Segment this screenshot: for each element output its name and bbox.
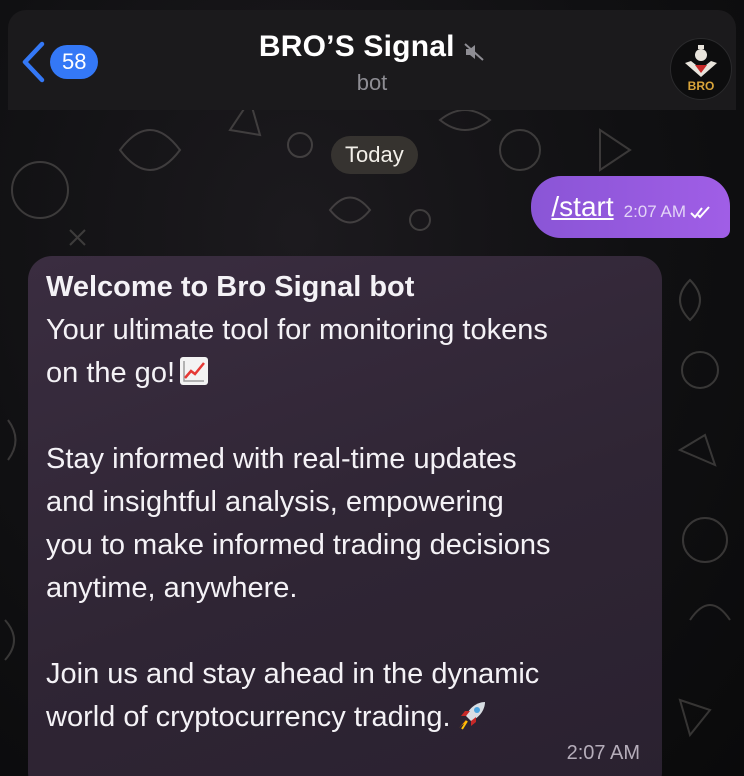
message-line: world of cryptocurrency trading. <box>46 701 451 733</box>
muted-speaker-icon <box>464 43 484 61</box>
message-line-with-emoji: world of cryptocurrency trading. <box>46 696 646 739</box>
incoming-message-bubble[interactable]: Welcome to Bro Signal bot Your ultimate … <box>28 256 662 776</box>
message-line-with-emoji: on the go! <box>46 352 646 395</box>
message-line: on the go! <box>46 357 175 389</box>
chat-header: 58 BRO’S Signal bot BRO <box>8 10 736 110</box>
date-separator: Today <box>331 136 418 174</box>
message-line: Stay informed with real-time updates <box>46 443 517 475</box>
incoming-message-time: 2:07 AM <box>566 742 640 764</box>
double-check-icon <box>690 206 710 219</box>
rocket-emoji <box>458 702 485 730</box>
chat-title: BRO’S Signal <box>258 30 455 63</box>
message-line: Your ultimate tool for monitoring tokens <box>46 314 548 346</box>
outgoing-message-time: 2:07 AM <box>623 202 686 221</box>
message-line: anytime, anywhere. <box>46 572 298 604</box>
message-line: you to make informed trading decisions <box>46 529 551 561</box>
start-command-link[interactable]: /start <box>551 191 613 223</box>
message-line: Join us and stay ahead in the dynamic <box>46 658 540 690</box>
message-title: Welcome to Bro Signal bot <box>46 271 415 303</box>
message-line: and insightful analysis, empowering <box>46 486 504 518</box>
outgoing-message-bubble[interactable]: /start 2:07 AM <box>531 176 730 238</box>
bot-avatar[interactable]: BRO <box>670 38 732 100</box>
chart-increasing-emoji <box>180 357 208 385</box>
chat-subtitle: bot <box>356 70 388 95</box>
avatar-label: BRO <box>687 79 715 93</box>
chat-title-area[interactable]: BRO’S Signal bot <box>8 30 736 96</box>
chat-screen: 58 BRO’S Signal bot BRO Today /start 2:0… <box>0 0 744 776</box>
incoming-message-text: Welcome to Bro Signal bot Your ultimate … <box>46 266 646 739</box>
